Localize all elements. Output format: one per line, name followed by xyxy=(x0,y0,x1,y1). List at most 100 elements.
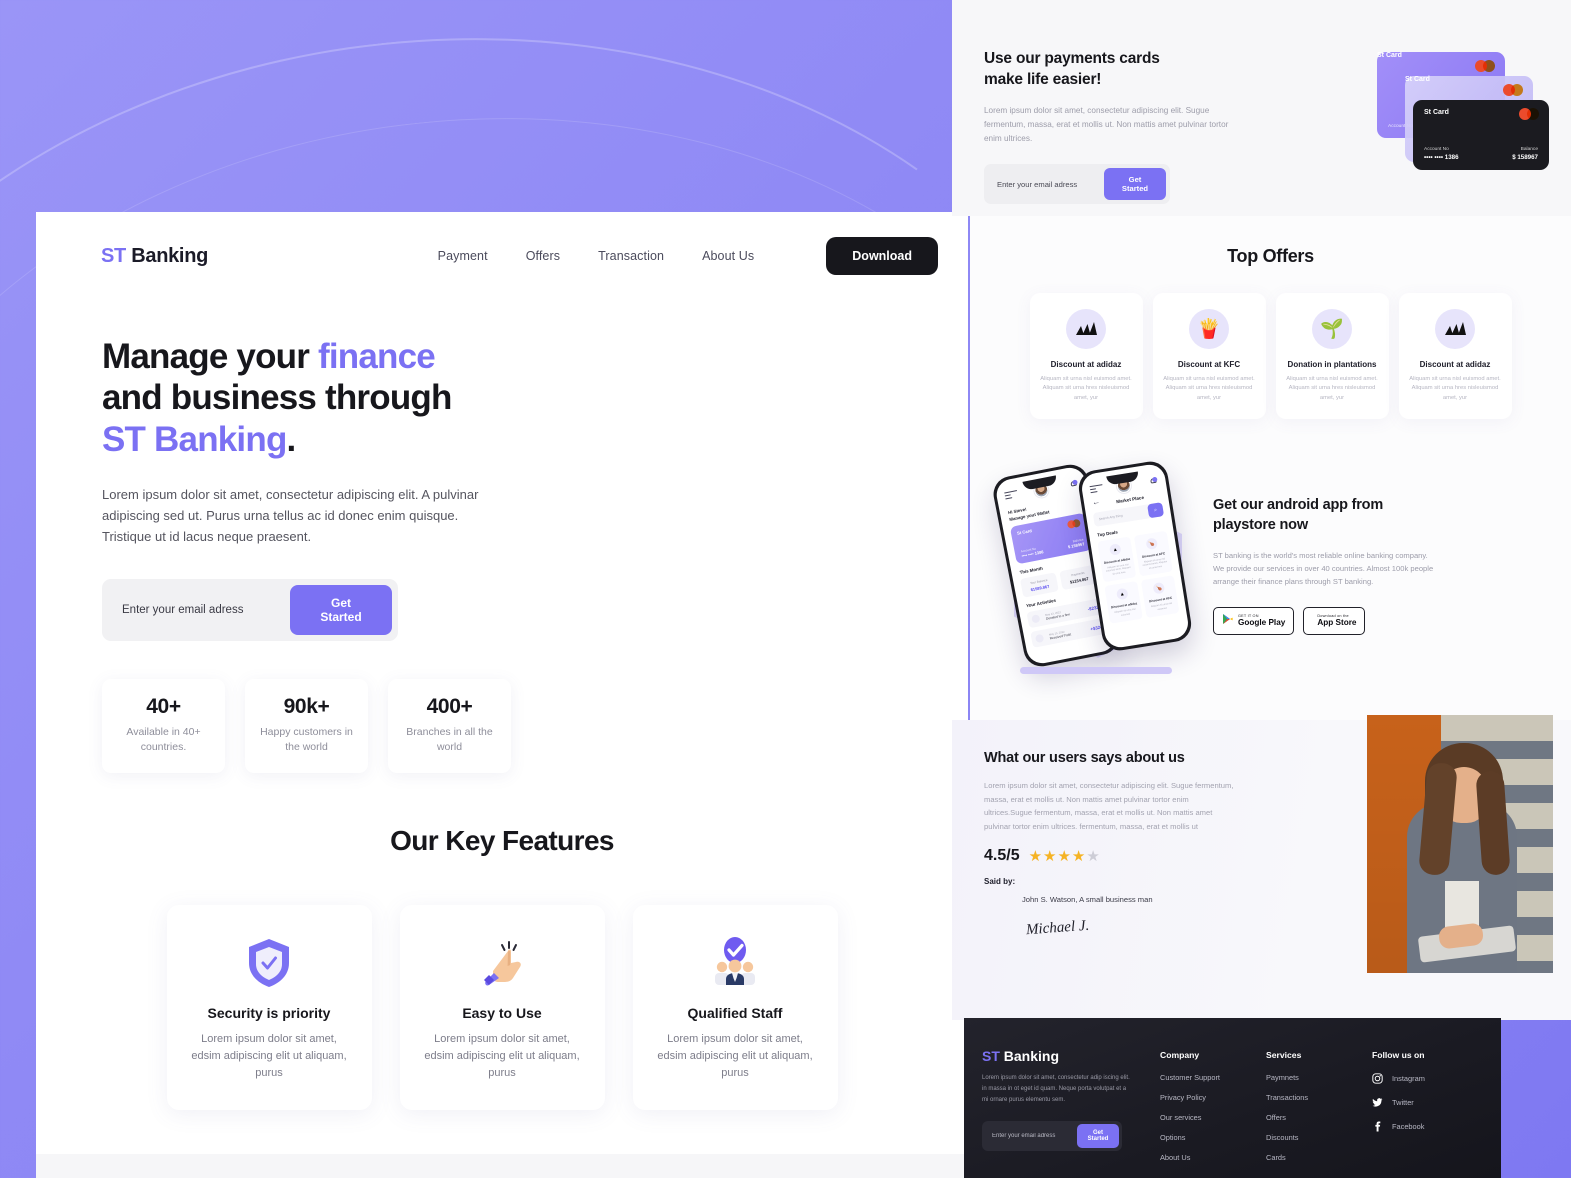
footer-link[interactable]: Offers xyxy=(1266,1113,1372,1122)
mastercard-icon xyxy=(1503,84,1523,96)
rating-row: 4.5/5 ★★★★★ xyxy=(984,847,1282,865)
nav-item-offers[interactable]: Offers xyxy=(526,249,560,263)
fried-chicken-icon: 🍗 xyxy=(1152,582,1166,595)
wallet-card-title: St Card xyxy=(1016,528,1033,536)
search-icon: ⌕ xyxy=(1147,501,1165,519)
footer-link[interactable]: Customer Support xyxy=(1160,1073,1266,1082)
get-started-button[interactable]: Get Started xyxy=(1104,168,1166,201)
feature-title: Security is priority xyxy=(207,1004,331,1021)
deal-card: 🍗 Discount at KFC Aliquam sit urna nisl … xyxy=(1133,530,1173,577)
star-rating-icon: ★★★★★ xyxy=(1029,847,1101,865)
footer-link[interactable]: Options xyxy=(1160,1133,1266,1142)
footer-email-form: Get Started xyxy=(982,1121,1122,1152)
card-balance-label: Balance xyxy=(1520,147,1538,152)
footer-column-heading: Follow us on xyxy=(1372,1050,1425,1060)
footer-column-heading: Services xyxy=(1266,1050,1302,1060)
hero-title-part1: Manage your xyxy=(102,337,319,376)
shield-check-icon xyxy=(189,935,350,991)
testimonial-author: John S. Watson, A small business man xyxy=(1022,895,1153,905)
desktop-mockup-panel: ST Banking Payment Offers Transaction Ab… xyxy=(36,212,968,1178)
verified-team-icon xyxy=(655,935,816,991)
offer-title: Discount at KFC xyxy=(1177,360,1241,369)
footer-link[interactable]: Transactions xyxy=(1266,1093,1372,1102)
social-link-instagram[interactable]: Instagram xyxy=(1372,1073,1490,1084)
social-label: Twitter xyxy=(1392,1098,1414,1107)
download-button[interactable]: Download xyxy=(826,237,938,275)
stat-number: 40+ xyxy=(146,695,181,719)
deal-desc: Aliquam sit urna nisl euismod amet. Aliq… xyxy=(1142,557,1168,570)
email-input[interactable] xyxy=(988,179,1104,189)
testimonial-copy: What our users says about us Lorem ipsum… xyxy=(952,720,1282,938)
said-by-label: Said by: xyxy=(984,877,1016,887)
footer-logo-rest: Banking xyxy=(999,1048,1060,1064)
deal-card: ▲ Discount at adidaz Aliquam sit urna ni… xyxy=(1097,536,1137,583)
testimonial-paragraph: Lorem ipsum dolor sit amet, consectetur … xyxy=(984,781,1234,831)
footer-link[interactable]: About Us xyxy=(1160,1153,1266,1162)
footer-column-company: Company Customer Support Privacy Policy … xyxy=(1160,1048,1266,1173)
adidas-icon: ▲ xyxy=(1116,587,1129,601)
page-title: Manage your finance and business through… xyxy=(102,336,536,460)
nav-item-payment[interactable]: Payment xyxy=(438,249,488,263)
card-title: St Card xyxy=(1377,52,1402,59)
footer-link[interactable]: Our services xyxy=(1160,1113,1266,1122)
facebook-icon xyxy=(1372,1121,1383,1132)
footer-brand-block: ST Banking Lorem ipsum dolor sit amet, c… xyxy=(982,1048,1160,1173)
google-play-badge[interactable]: GET IT ON Google Play xyxy=(1213,606,1295,635)
android-app-section: Hi Steve! Manage yout Wallet St Card Acc… xyxy=(970,455,1571,685)
offer-card[interactable]: 🍟 Discount at KFC Aliquam sit urna nisl … xyxy=(1152,293,1266,419)
app-phone-mockups: Hi Steve! Manage yout Wallet St Card Acc… xyxy=(990,455,1197,685)
footer-column-social: Follow us on Instagram Twitter Facebook xyxy=(1372,1048,1490,1173)
bell-icon xyxy=(1069,479,1079,489)
card-title: St Card xyxy=(1405,76,1430,83)
email-input[interactable] xyxy=(985,1133,1077,1140)
offer-card[interactable]: 🌱 Donation in plantations Aliquam sit ur… xyxy=(1275,293,1389,419)
footer-link[interactable]: Cards xyxy=(1266,1153,1372,1162)
footer-link[interactable]: Privacy Policy xyxy=(1160,1093,1266,1102)
footer-link[interactable]: Discounts xyxy=(1266,1133,1372,1142)
get-started-button[interactable]: Get Started xyxy=(1077,1124,1119,1149)
offer-desc: Aliquam sit urna nisl euismod amet. Aliq… xyxy=(1163,376,1255,401)
email-input[interactable] xyxy=(108,604,290,617)
app-heading-line1: Get our android app from xyxy=(1213,497,1384,514)
footer-logo[interactable]: ST Banking xyxy=(982,1048,1160,1064)
payments-email-form: Get Started xyxy=(984,164,1170,205)
footer-logo-accent: ST xyxy=(982,1048,1000,1064)
twitter-icon xyxy=(1372,1097,1383,1108)
get-started-button[interactable]: Get Started xyxy=(290,585,392,636)
pointing-hand-icon xyxy=(422,935,583,991)
payments-heading-line1: Use our payments cards xyxy=(984,50,1160,67)
nav-item-transaction[interactable]: Transaction xyxy=(598,249,664,263)
brand-logo[interactable]: ST Banking xyxy=(101,245,208,268)
key-features-section: Our Key Features Security is priority Lo… xyxy=(36,773,968,1110)
fried-chicken-icon: 🍟 xyxy=(1189,309,1229,349)
social-link-facebook[interactable]: Facebook xyxy=(1372,1121,1490,1132)
stars-full: ★★★★ xyxy=(1028,848,1087,866)
app-heading: Get our android app from playstore now xyxy=(1213,495,1441,536)
donation-icon xyxy=(1031,614,1041,624)
phone-base-bar xyxy=(1020,666,1172,674)
testimonial-section: What our users says about us Lorem ipsum… xyxy=(952,715,1571,1020)
stat-card: 40+ Available in 40+ countries. xyxy=(102,679,225,773)
brand-logo-accent: ST xyxy=(101,244,126,267)
offer-desc: Aliquam sit urna nisl euismod amet. Aliq… xyxy=(1409,376,1501,401)
offer-card[interactable]: Discount at adidaz Aliquam sit urna nisl… xyxy=(1398,293,1512,419)
nav-links: Payment Offers Transaction About Us Down… xyxy=(438,237,938,275)
app-paragraph: ST banking is the world's most reliable … xyxy=(1213,550,1434,587)
badge-large-text: Google Play xyxy=(1238,618,1286,628)
footer-link[interactable]: Paymnets xyxy=(1266,1073,1372,1082)
social-label: Instagram xyxy=(1392,1074,1425,1083)
hero-artwork: Hi Steve! Manage yout Wallet St Card Acc… xyxy=(536,308,968,773)
offer-title: Donation in plantations xyxy=(1287,360,1377,369)
social-link-twitter[interactable]: Twitter xyxy=(1372,1097,1490,1108)
bell-icon xyxy=(1149,476,1158,486)
payments-heading: Use our payments cards make life easier! xyxy=(984,48,1292,91)
stars-half: ★ xyxy=(1086,848,1101,866)
wallet-balance-label: Balance xyxy=(1072,537,1084,544)
profit-icon xyxy=(1034,633,1045,644)
nav-item-about-us[interactable]: About Us xyxy=(702,249,754,263)
mastercard-icon xyxy=(1519,108,1539,120)
app-store-badge[interactable]: Download on the App Store xyxy=(1303,606,1366,635)
feature-desc: Lorem ipsum dolor sit amet, edsim adipis… xyxy=(191,1032,347,1079)
offer-card[interactable]: Discount at adidaz Aliquam sit urna nisl… xyxy=(1029,293,1143,419)
adidas-icon xyxy=(1435,309,1475,349)
